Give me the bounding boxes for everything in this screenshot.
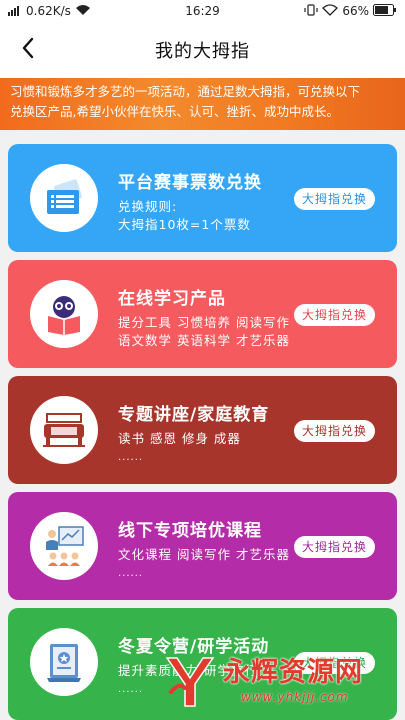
card-title: 平台赛事票数兑换: [118, 173, 262, 193]
card-camps[interactable]: 冬夏令营/研学活动 提升素质能力 研学旅行 ...... 大拇指兑换: [8, 608, 397, 720]
card-line-1: 提升素质能力 研学旅行: [118, 663, 258, 678]
wifi-status-icon: [322, 3, 339, 19]
sofa-icon: [30, 396, 98, 464]
status-bar: 0.62K/s 16:29 66%: [0, 0, 405, 22]
vibrate-icon: [304, 3, 318, 19]
wifi-icon: [75, 4, 91, 19]
card-ticket-exchange[interactable]: 平台赛事票数兑换 兑换规则: 大拇指10枚=1个票数 大拇指兑换: [8, 144, 397, 252]
card-line-1: 提分工具 习惯培养 阅读写作: [118, 315, 290, 330]
card-title: 在线学习产品: [118, 289, 226, 309]
status-right: 66%: [304, 3, 397, 19]
card-offline-courses[interactable]: 线下专项培优课程 文化课程 阅读写作 才艺乐器 ...... 大拇指兑换: [8, 492, 397, 600]
card-more-dots: ......: [118, 568, 144, 579]
card-line-1: 文化课程 阅读写作 才艺乐器: [118, 547, 290, 562]
battery-percent: 66%: [342, 4, 369, 18]
status-left: 0.62K/s: [8, 4, 91, 19]
card-more-dots: ......: [118, 684, 144, 695]
certificate-icon: [30, 628, 98, 696]
network-speed: 0.62K/s: [26, 4, 71, 18]
exchange-button[interactable]: 大拇指兑换: [293, 188, 375, 210]
card-line-1: 读书 感恩 修身 成器: [118, 431, 241, 446]
card-more-dots: ......: [118, 452, 144, 463]
intro-banner: 习惯和锻炼多才多艺的一项活动，通过足数大拇指，可兑换以下 兑换区产品,希望小伙伴…: [0, 78, 405, 130]
exchange-button[interactable]: 大拇指兑换: [293, 536, 375, 558]
exchange-button[interactable]: 大拇指兑换: [293, 304, 375, 326]
back-button[interactable]: [8, 30, 48, 70]
card-lectures[interactable]: 专题讲座/家庭教育 读书 感恩 修身 成器 ...... 大拇指兑换: [8, 376, 397, 484]
card-title: 冬夏令营/研学活动: [118, 637, 270, 657]
exchange-button[interactable]: 大拇指兑换: [293, 652, 375, 674]
card-online-learning[interactable]: 在线学习产品 提分工具 习惯培养 阅读写作 语文数学 英语科学 才艺乐器 大拇指…: [8, 260, 397, 368]
card-title: 线下专项培优课程: [118, 521, 262, 541]
card-title: 专题讲座/家庭教育: [118, 405, 270, 425]
banner-line-1: 习惯和锻炼多才多艺的一项活动，通过足数大拇指，可兑换以下: [10, 84, 361, 99]
page-title: 我的大拇指: [155, 41, 250, 62]
exchange-button[interactable]: 大拇指兑换: [293, 420, 375, 442]
battery-icon: [373, 3, 397, 19]
banner-line-2: 兑换区产品,希望小伙伴在快乐、认可、挫折、成功中成长。: [10, 104, 339, 119]
nav-bar: 我的大拇指: [0, 22, 405, 78]
card-line-2: 语文数学 英语科学 才艺乐器: [118, 333, 290, 348]
owl-book-icon: [30, 280, 98, 348]
signal-icon: [8, 4, 22, 19]
ticket-icon: [30, 164, 98, 232]
classroom-icon: [30, 512, 98, 580]
chevron-left-icon: [21, 37, 35, 63]
card-line-1: 兑换规则:: [118, 199, 178, 214]
card-line-2: 大拇指10枚=1个票数: [118, 217, 251, 232]
